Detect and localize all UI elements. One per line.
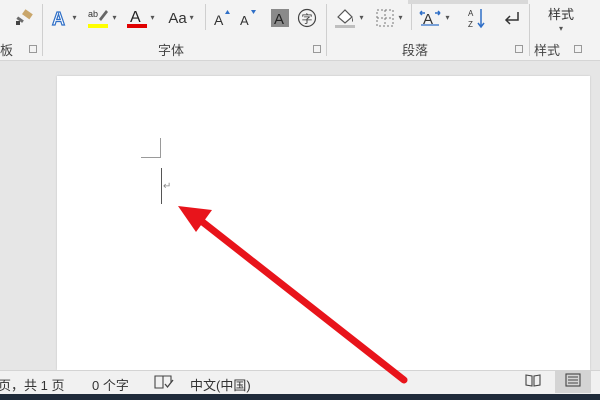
text-effects-button[interactable]: A ▾	[48, 5, 80, 31]
chevron-down-icon: ▾	[398, 13, 403, 22]
word-count-status[interactable]: 0 个字	[92, 375, 129, 394]
format-painter-button[interactable]	[10, 5, 38, 31]
text-effects-icon: A	[51, 8, 69, 28]
print-layout-icon	[565, 372, 581, 392]
styles-launcher[interactable]	[574, 45, 582, 53]
text-cursor[interactable]	[161, 168, 162, 204]
svg-text:A: A	[240, 13, 249, 28]
language-status[interactable]: 中文(中国)	[190, 375, 251, 394]
show-marks-icon	[502, 9, 522, 27]
paragraph-mark: ↵	[163, 181, 172, 192]
shading-button[interactable]: ▾	[331, 5, 367, 31]
ribbon: 板 A ▾ ab ▾ A ▾ Aa ▾ A A A 字 字体 ▾ ▾ A ▾ A…	[0, 0, 600, 61]
group-separator	[529, 4, 530, 56]
svg-text:ab: ab	[88, 9, 98, 19]
inline-separator	[411, 4, 412, 30]
chevron-down-icon: ▾	[558, 23, 563, 33]
clipboard-launcher[interactable]	[29, 45, 37, 53]
grow-font-button[interactable]: A	[210, 5, 234, 31]
change-case-button[interactable]: Aa ▾	[162, 5, 200, 31]
chinese-layout-button[interactable]: A ▾	[416, 5, 452, 31]
font-group-label: 字体	[158, 43, 185, 58]
chevron-down-icon: ▾	[150, 13, 155, 22]
shading-icon	[334, 7, 356, 29]
chevron-down-icon: ▾	[445, 13, 450, 22]
sort-icon: AZ	[467, 7, 487, 29]
svg-text:A: A	[52, 9, 65, 28]
status-bar: 页，共 1 页 0 个字 中文(中国)	[0, 370, 600, 395]
page-count-status[interactable]: 页，共 1 页	[0, 375, 64, 394]
proofing-icon[interactable]	[154, 374, 174, 393]
margin-corner-mark	[160, 138, 161, 158]
clipboard-group-label: 板	[0, 43, 14, 58]
shrink-font-icon: A	[239, 8, 257, 28]
group-separator	[42, 4, 43, 56]
svg-text:A: A	[130, 9, 141, 26]
margin-corner-mark	[141, 157, 161, 158]
svg-text:A: A	[274, 11, 284, 27]
styles-button[interactable]: 样式 ▾	[536, 0, 586, 36]
highlight-button[interactable]: ab ▾	[84, 5, 120, 31]
read-mode-button[interactable]	[515, 371, 551, 393]
highlight-icon: ab	[87, 7, 109, 29]
borders-button[interactable]: ▾	[370, 5, 408, 31]
svg-text:A: A	[468, 9, 474, 18]
font-color-icon: A	[127, 7, 148, 29]
svg-text:A: A	[214, 12, 224, 28]
paragraph-group-label: 段落	[402, 43, 429, 58]
chinese-layout-icon: A	[418, 7, 442, 29]
enclose-char-button[interactable]: 字	[295, 5, 319, 31]
print-layout-button[interactable]	[555, 371, 591, 393]
chevron-down-icon: ▾	[72, 13, 77, 22]
borders-icon	[375, 8, 395, 28]
read-mode-icon	[525, 373, 541, 392]
show-marks-button[interactable]	[500, 5, 524, 31]
chevron-down-icon: ▾	[359, 13, 364, 22]
font-launcher[interactable]	[313, 45, 321, 53]
sort-button[interactable]: AZ	[465, 5, 489, 31]
char-shading-icon: A	[271, 9, 289, 27]
format-painter-icon	[14, 9, 34, 27]
char-shading-button[interactable]: A	[268, 5, 292, 31]
grow-font-icon: A	[213, 8, 231, 28]
styles-group-label: 样式	[534, 43, 561, 58]
chevron-down-icon: ▾	[112, 13, 117, 22]
chevron-down-icon: ▾	[189, 13, 194, 22]
font-color-button[interactable]: A ▾	[124, 5, 158, 31]
shrink-font-button[interactable]: A	[236, 5, 260, 31]
paragraph-launcher[interactable]	[515, 45, 523, 53]
taskbar-strip	[0, 394, 600, 400]
enclose-char-icon: 字	[297, 8, 317, 28]
change-case-label: Aa	[168, 9, 187, 27]
ribbon-top-strip	[408, 0, 528, 4]
document-page[interactable]	[57, 76, 590, 370]
svg-text:字: 字	[302, 12, 313, 26]
svg-text:Z: Z	[468, 20, 473, 29]
styles-button-label: 样式	[547, 6, 574, 22]
group-separator	[326, 4, 327, 56]
inline-separator	[205, 4, 206, 30]
workspace-background	[0, 61, 600, 75]
